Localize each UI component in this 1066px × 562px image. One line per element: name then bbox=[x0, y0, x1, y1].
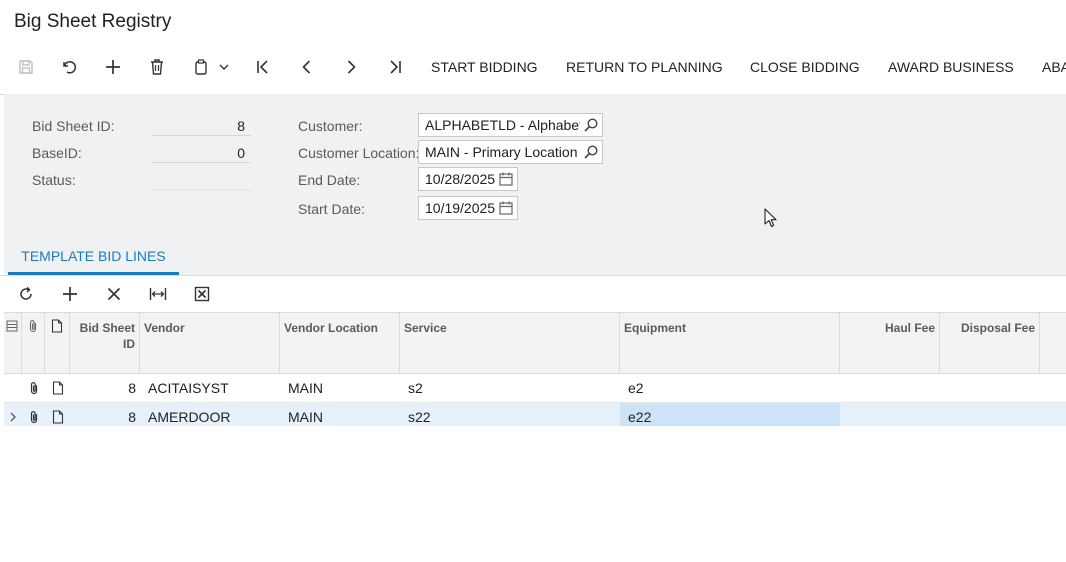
calendar-icon[interactable] bbox=[498, 171, 514, 187]
customer-label: Customer: bbox=[298, 118, 363, 134]
customer-location-field[interactable]: MAIN - Primary Location bbox=[418, 140, 603, 164]
customer-value: ALPHABETLD - Alphabetla bbox=[425, 117, 580, 133]
bid-sheet-id-label: Bid Sheet ID: bbox=[32, 118, 115, 134]
cell-vendor[interactable]: AMERDOOR bbox=[144, 403, 280, 426]
column-header-equipment[interactable]: Equipment bbox=[620, 313, 840, 373]
trash-icon[interactable] bbox=[145, 50, 169, 84]
status-label: Status: bbox=[32, 172, 76, 188]
row-selector-header[interactable] bbox=[4, 313, 22, 373]
return-to-planning-button[interactable]: RETURN TO PLANNING bbox=[566, 50, 723, 84]
cell-bid-sheet-id[interactable]: 8 bbox=[70, 374, 140, 402]
search-icon[interactable] bbox=[583, 117, 599, 133]
base-id-field[interactable]: 0 bbox=[152, 143, 251, 163]
excel-export-icon[interactable] bbox=[186, 276, 218, 312]
cell-vendor-location[interactable]: MAIN bbox=[284, 403, 400, 426]
cell-service[interactable]: s22 bbox=[404, 403, 620, 426]
undo-icon[interactable] bbox=[57, 50, 81, 84]
column-header-haul-fee[interactable]: Haul Fee bbox=[840, 313, 940, 373]
cell-haul-fee[interactable] bbox=[840, 374, 940, 402]
refresh-icon[interactable] bbox=[10, 276, 42, 312]
cell-vendor-location[interactable]: MAIN bbox=[284, 374, 400, 402]
note-icon[interactable] bbox=[45, 374, 70, 402]
row-selector-icon bbox=[6, 320, 18, 336]
next-record-icon[interactable] bbox=[339, 50, 363, 84]
cell-disposal-fee[interactable] bbox=[940, 374, 1040, 402]
table-row[interactable]: 8 AMERDOOR MAIN s22 e22 bbox=[4, 403, 1066, 426]
calendar-icon[interactable] bbox=[498, 200, 514, 216]
save-icon[interactable] bbox=[14, 50, 38, 84]
paperclip-icon bbox=[27, 319, 39, 337]
end-date-label: End Date: bbox=[298, 172, 361, 188]
tab-template-bid-lines[interactable]: TEMPLATE BID LINES bbox=[8, 238, 179, 275]
first-record-icon[interactable] bbox=[251, 50, 275, 84]
mouse-cursor-icon bbox=[764, 208, 778, 233]
column-header-disposal-fee[interactable]: Disposal Fee bbox=[940, 313, 1040, 373]
bid-sheet-id-field[interactable]: 8 bbox=[152, 116, 251, 136]
cell-equipment[interactable]: e22 bbox=[620, 403, 840, 426]
start-date-value: 10/19/2025 bbox=[425, 200, 495, 216]
cell-bid-sheet-id[interactable]: 8 bbox=[70, 403, 140, 426]
note-column-header[interactable] bbox=[45, 313, 70, 373]
cell-haul-fee[interactable] bbox=[840, 403, 940, 426]
plus-icon[interactable] bbox=[101, 50, 125, 84]
clipboard-icon[interactable] bbox=[189, 50, 213, 84]
note-icon bbox=[51, 319, 63, 337]
chevron-down-icon[interactable] bbox=[217, 50, 231, 84]
cell-vendor[interactable]: ACITAISYST bbox=[144, 374, 280, 402]
add-row-icon[interactable] bbox=[54, 276, 86, 312]
delete-row-icon[interactable] bbox=[98, 276, 130, 312]
status-field bbox=[152, 170, 251, 190]
start-date-label: Start Date: bbox=[298, 201, 365, 217]
end-date-field[interactable]: 10/28/2025 bbox=[418, 167, 518, 191]
search-icon[interactable] bbox=[583, 144, 599, 160]
end-date-value: 10/28/2025 bbox=[425, 171, 495, 187]
customer-location-value: MAIN - Primary Location bbox=[425, 144, 578, 160]
tab-bar: TEMPLATE BID LINES bbox=[4, 238, 1066, 275]
last-record-icon[interactable] bbox=[383, 50, 407, 84]
column-header-vendor[interactable]: Vendor bbox=[140, 313, 280, 373]
customer-location-label: Customer Location: bbox=[298, 145, 420, 161]
grid-header: Bid Sheet ID Vendor Vendor Location Serv… bbox=[4, 312, 1066, 374]
chevron-right-icon[interactable] bbox=[4, 403, 22, 426]
previous-record-icon[interactable] bbox=[295, 50, 319, 84]
attachment-column-header[interactable] bbox=[22, 313, 45, 373]
main-toolbar: START BIDDING RETURN TO PLANNING CLOSE B… bbox=[0, 50, 1066, 84]
paperclip-icon[interactable] bbox=[22, 403, 45, 426]
note-icon[interactable] bbox=[45, 403, 70, 426]
base-id-label: BaseID: bbox=[32, 145, 82, 161]
grid-toolbar bbox=[4, 276, 1066, 312]
start-date-field[interactable]: 10/19/2025 bbox=[418, 196, 518, 220]
close-bidding-button[interactable]: CLOSE BIDDING bbox=[750, 50, 860, 84]
page-title: Big Sheet Registry bbox=[14, 11, 172, 32]
table-row[interactable]: 8 ACITAISYST MAIN s2 e2 bbox=[4, 374, 1066, 403]
column-header-service[interactable]: Service bbox=[400, 313, 620, 373]
paperclip-icon[interactable] bbox=[22, 374, 45, 402]
customer-field[interactable]: ALPHABETLD - Alphabetla bbox=[418, 113, 603, 137]
cell-disposal-fee[interactable] bbox=[940, 403, 1040, 426]
fit-columns-icon[interactable] bbox=[142, 276, 174, 312]
abandon-button[interactable]: ABA bbox=[1042, 50, 1066, 84]
column-header-vendor-location[interactable]: Vendor Location bbox=[280, 313, 400, 373]
bid-lines-grid: Bid Sheet ID Vendor Vendor Location Serv… bbox=[4, 312, 1066, 426]
cell-equipment[interactable]: e2 bbox=[624, 374, 840, 402]
award-business-button[interactable]: AWARD BUSINESS bbox=[888, 50, 1014, 84]
start-bidding-button[interactable]: START BIDDING bbox=[431, 50, 538, 84]
cell-service[interactable]: s2 bbox=[404, 374, 620, 402]
column-header-bid-sheet-id[interactable]: Bid Sheet ID bbox=[70, 313, 140, 373]
